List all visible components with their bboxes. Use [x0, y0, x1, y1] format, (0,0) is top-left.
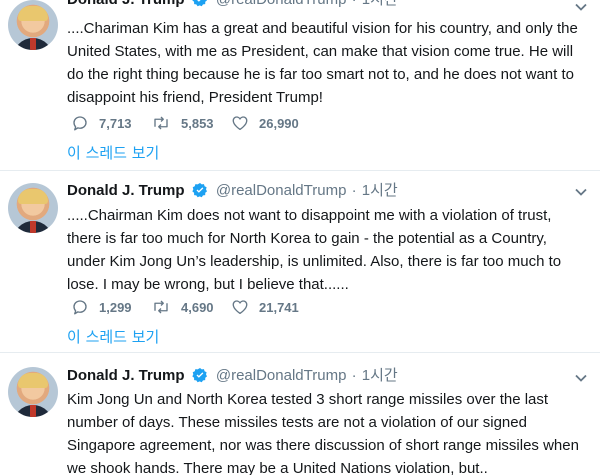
- author-handle[interactable]: @realDonaldTrump: [216, 182, 347, 199]
- reply-button[interactable]: 7,713: [71, 114, 151, 132]
- tweet-timestamp[interactable]: 1시간: [362, 0, 398, 8]
- author-name[interactable]: Donald J. Trump: [67, 182, 185, 199]
- heart-icon: [232, 300, 248, 315]
- reply-icon: [73, 300, 87, 315]
- avatar-tie: [30, 405, 36, 417]
- like-count: 26,990: [259, 115, 299, 131]
- tweet[interactable]: Donald J. Trump @realDonaldTrump · 1시간 K…: [0, 353, 600, 475]
- verified-badge-icon: [192, 182, 208, 204]
- show-thread-link[interactable]: 이 스레드 보기: [67, 326, 159, 347]
- retweet-count: 5,853: [181, 115, 214, 131]
- author-name[interactable]: Donald J. Trump: [67, 0, 185, 8]
- tweet-actions: 1,299 4,690 21,741: [71, 297, 311, 317]
- tweet[interactable]: Donald J. Trump @realDonaldTrump · 1시간 .…: [0, 0, 600, 171]
- tweet-text: .....Chairman Kim does not want to disap…: [67, 207, 562, 293]
- tweet-text: Kim Jong Un and North Korea tested 3 sho…: [67, 391, 579, 475]
- verified-badge-icon: [192, 0, 208, 13]
- retweet-button[interactable]: 5,853: [151, 114, 231, 132]
- avatar-tie: [30, 38, 36, 50]
- author-handle[interactable]: @realDonaldTrump: [216, 367, 347, 384]
- retweet-count: 4,690: [181, 299, 214, 315]
- avatar-hair: [18, 6, 48, 21]
- tweet-header: Donald J. Trump @realDonaldTrump · 1시간: [67, 0, 398, 10]
- reply-icon: [73, 116, 87, 131]
- chevron-down-icon[interactable]: [574, 185, 588, 199]
- author-handle[interactable]: @realDonaldTrump: [216, 0, 347, 8]
- tweet[interactable]: Donald J. Trump @realDonaldTrump · 1시간 .…: [0, 171, 600, 353]
- separator-dot: ·: [352, 0, 357, 8]
- like-count: 21,741: [259, 299, 299, 315]
- verified-badge-icon: [192, 367, 208, 389]
- retweet-icon: [154, 116, 168, 130]
- tweet-feed: Donald J. Trump @realDonaldTrump · 1시간 .…: [0, 0, 600, 475]
- tweet-header: Donald J. Trump @realDonaldTrump · 1시간: [67, 366, 398, 386]
- avatar-hair: [18, 373, 48, 388]
- reply-count: 1,299: [99, 299, 132, 315]
- tweet-text: ....Chariman Kim has a great and beautif…: [67, 20, 578, 106]
- avatar[interactable]: [8, 0, 58, 50]
- avatar-tie: [30, 221, 36, 233]
- like-button[interactable]: 21,741: [231, 298, 311, 316]
- separator-dot: ·: [351, 182, 357, 199]
- avatar[interactable]: [8, 367, 58, 417]
- heart-icon: [232, 116, 248, 131]
- tweet-timestamp[interactable]: 1시간: [362, 367, 398, 384]
- tweet-header: Donald J. Trump @realDonaldTrump · 1시간: [67, 181, 398, 201]
- tweet-timestamp[interactable]: 1시간: [362, 182, 398, 199]
- retweet-icon: [154, 300, 168, 314]
- chevron-down-icon[interactable]: [574, 0, 588, 14]
- reply-button[interactable]: 1,299: [71, 298, 151, 316]
- separator-dot: ·: [351, 367, 357, 384]
- chevron-down-icon[interactable]: [574, 371, 588, 385]
- retweet-button[interactable]: 4,690: [151, 298, 231, 316]
- tweet-actions: 7,713 5,853 26,990: [71, 113, 311, 133]
- reply-count: 7,713: [99, 115, 132, 131]
- avatar[interactable]: [8, 183, 58, 233]
- avatar-hair: [18, 189, 48, 204]
- show-thread-link[interactable]: 이 스레드 보기: [67, 142, 159, 163]
- like-button[interactable]: 26,990: [231, 114, 311, 132]
- author-name[interactable]: Donald J. Trump: [67, 367, 185, 384]
